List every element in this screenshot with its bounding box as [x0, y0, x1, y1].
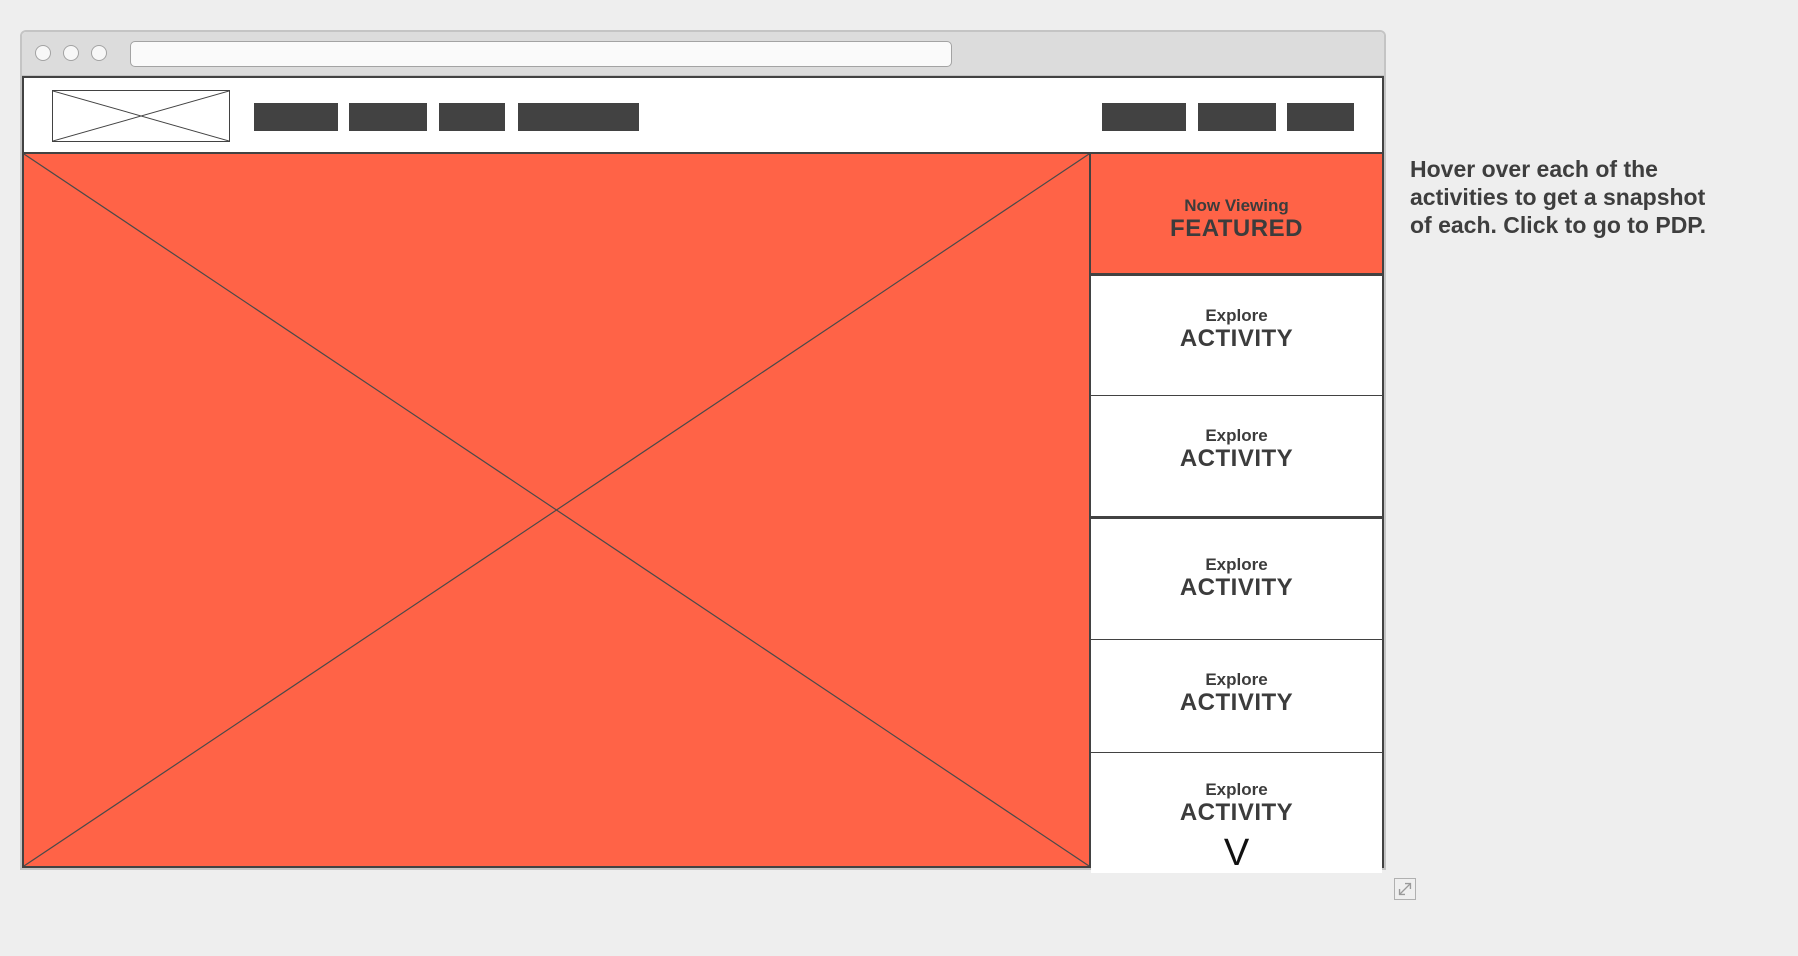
expand-icon[interactable]	[1394, 878, 1416, 900]
page-content: Now Viewing FEATURED Explore ACTIVITY Ex…	[22, 76, 1384, 873]
nav-utility-link-3[interactable]	[1287, 103, 1354, 131]
featured-label: Now Viewing	[1184, 196, 1289, 215]
scroll-more-chevron-icon[interactable]: V	[1091, 833, 1382, 873]
activity-tile[interactable]: Explore ACTIVITY	[1091, 396, 1382, 519]
nav-link-3[interactable]	[439, 103, 505, 131]
window-close-button[interactable]	[35, 45, 51, 61]
activity-title: ACTIVITY	[1179, 325, 1294, 352]
activity-sidebar: Now Viewing FEATURED Explore ACTIVITY Ex…	[1091, 154, 1382, 873]
browser-titlebar	[22, 32, 1384, 76]
nav-link-4[interactable]	[518, 103, 639, 131]
activity-title: ACTIVITY	[1179, 799, 1294, 826]
logo-placeholder-icon[interactable]	[52, 90, 230, 142]
site-header	[24, 78, 1382, 154]
activity-title: ACTIVITY	[1179, 574, 1294, 601]
hero-image-placeholder	[24, 154, 1091, 866]
activity-label: Explore	[1205, 780, 1268, 799]
address-bar[interactable]	[130, 41, 952, 67]
window-maximize-button[interactable]	[91, 45, 107, 61]
annotation-note: Hover over each of the activities to get…	[1410, 156, 1707, 238]
window-minimize-button[interactable]	[63, 45, 79, 61]
activity-tile[interactable]: Explore ACTIVITY	[1091, 519, 1382, 640]
activity-title: ACTIVITY	[1179, 445, 1294, 472]
activity-label: Explore	[1205, 555, 1268, 574]
featured-title: FEATURED	[1170, 215, 1303, 242]
browser-window: Now Viewing FEATURED Explore ACTIVITY Ex…	[20, 30, 1386, 873]
nav-link-2[interactable]	[349, 103, 427, 131]
activity-tile[interactable]: Explore ACTIVITY	[1091, 640, 1382, 753]
activity-title: ACTIVITY	[1179, 689, 1294, 716]
activity-tile[interactable]: Explore ACTIVITY V	[1091, 753, 1382, 873]
activity-label: Explore	[1205, 670, 1268, 689]
activity-label: Explore	[1205, 306, 1268, 325]
featured-tile[interactable]: Now Viewing FEATURED	[1091, 154, 1382, 276]
nav-link-1[interactable]	[254, 103, 338, 131]
nav-utility-link-2[interactable]	[1198, 103, 1276, 131]
activity-label: Explore	[1205, 426, 1268, 445]
nav-utility-link-1[interactable]	[1102, 103, 1186, 131]
activity-tile[interactable]: Explore ACTIVITY	[1091, 276, 1382, 396]
